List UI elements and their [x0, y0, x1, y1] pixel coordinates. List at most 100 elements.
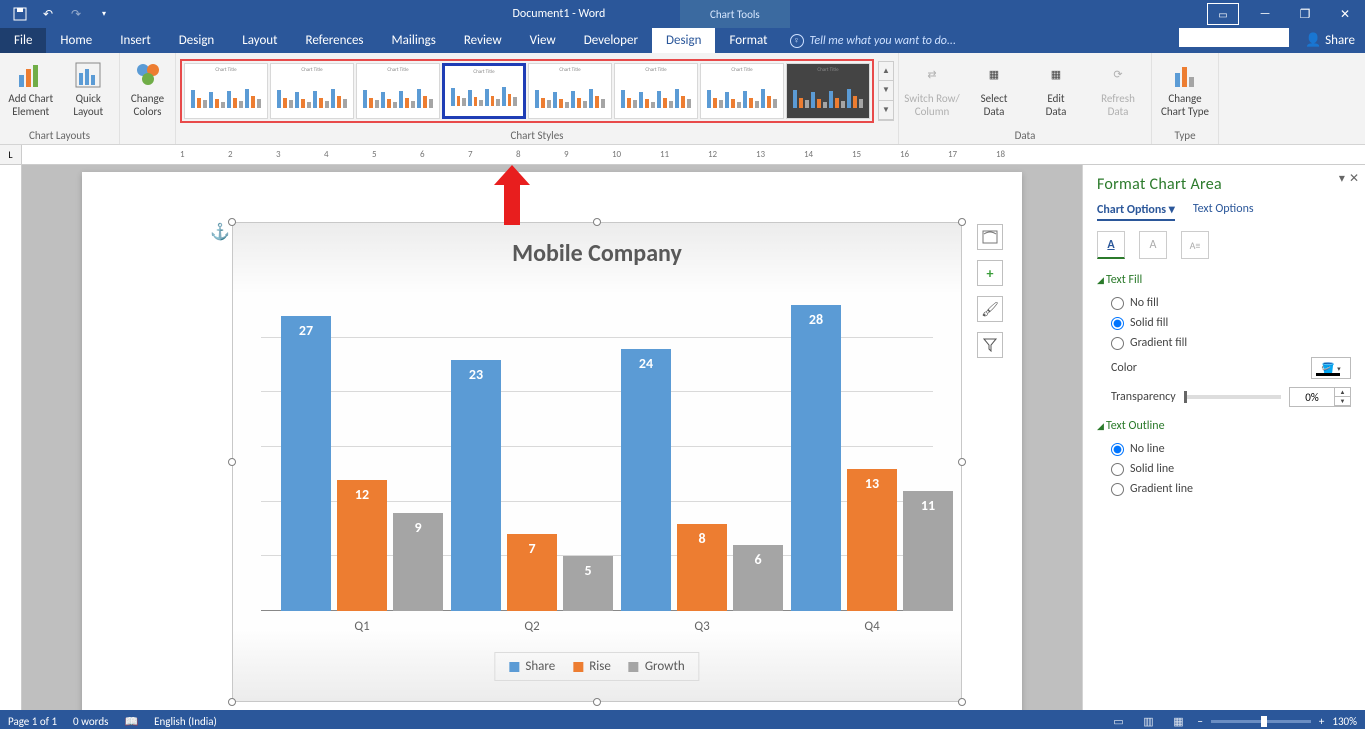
- tab-mailings[interactable]: Mailings: [378, 28, 450, 53]
- word-count[interactable]: 0 words: [73, 715, 108, 728]
- selection-handle[interactable]: [593, 218, 601, 226]
- gradient-fill-radio[interactable]: Gradient fill: [1097, 333, 1351, 353]
- save-icon[interactable]: [8, 3, 32, 25]
- ribbon-display-options-icon[interactable]: ▭: [1207, 3, 1239, 25]
- selection-handle[interactable]: [228, 218, 236, 226]
- web-layout-icon[interactable]: ▦: [1167, 713, 1189, 729]
- qat-dropdown-icon[interactable]: ▾: [92, 3, 116, 25]
- chart-filters-button[interactable]: [977, 332, 1003, 358]
- chart-style-3[interactable]: Chart Title: [356, 63, 440, 119]
- restore-button[interactable]: ❐: [1285, 0, 1325, 28]
- print-layout-icon[interactable]: ▥: [1137, 713, 1159, 729]
- tab-file[interactable]: File: [0, 28, 46, 53]
- solid-line-radio[interactable]: Solid line: [1097, 459, 1351, 479]
- page-indicator[interactable]: Page 1 of 1: [8, 715, 57, 728]
- page-viewport[interactable]: ⚓ Mobile Company 27129Q12375Q22486Q32813…: [22, 165, 1082, 710]
- edit-data-button[interactable]: ▦Edit Data: [1027, 55, 1085, 118]
- chart-style-8[interactable]: Chart Title: [786, 63, 870, 119]
- bar-Share-Q3[interactable]: 24: [621, 349, 671, 611]
- selection-handle[interactable]: [228, 458, 236, 466]
- chart-options-tab[interactable]: Chart Options ▾: [1097, 202, 1175, 221]
- gradient-line-radio[interactable]: Gradient line: [1097, 479, 1351, 499]
- search-input[interactable]: [1179, 28, 1289, 47]
- close-button[interactable]: ✕: [1325, 0, 1365, 28]
- gallery-more-icon[interactable]: ▼: [879, 101, 893, 120]
- tab-design[interactable]: Design: [652, 28, 715, 53]
- legend[interactable]: Share Rise Growth: [494, 652, 699, 681]
- effects-tab-icon[interactable]: A: [1139, 231, 1167, 259]
- color-picker-button[interactable]: 🪣▾: [1311, 357, 1351, 379]
- bar-Share-Q4[interactable]: 28: [791, 305, 841, 611]
- zoom-out-button[interactable]: −: [1197, 715, 1202, 728]
- gallery-up-icon[interactable]: ▲: [879, 62, 893, 81]
- chart-object[interactable]: Mobile Company 27129Q12375Q22486Q3281311…: [232, 222, 962, 702]
- bar-Growth-Q3[interactable]: 6: [733, 545, 783, 611]
- minimize-button[interactable]: —: [1245, 0, 1285, 28]
- chart-styles-button[interactable]: 🖌: [977, 296, 1003, 322]
- tab-insert[interactable]: Insert: [106, 28, 165, 53]
- selection-handle[interactable]: [228, 698, 236, 706]
- select-data-button[interactable]: ▦Select Data: [965, 55, 1023, 118]
- selection-handle[interactable]: [593, 698, 601, 706]
- quick-layout-button[interactable]: Quick Layout: [62, 55, 116, 118]
- chart-area[interactable]: Mobile Company 27129Q12375Q22486Q3281311…: [232, 222, 962, 702]
- solid-fill-radio[interactable]: Solid fill: [1097, 313, 1351, 333]
- bar-Rise-Q2[interactable]: 7: [507, 534, 557, 611]
- chart-style-4[interactable]: Chart Title: [442, 63, 526, 119]
- share-button[interactable]: 👤 Share: [1295, 28, 1365, 53]
- bar-Share-Q1[interactable]: 27: [281, 316, 331, 611]
- chart-style-5[interactable]: Chart Title: [528, 63, 612, 119]
- pane-options-icon[interactable]: ▾: [1339, 171, 1345, 186]
- tab-developer[interactable]: Developer: [570, 28, 652, 53]
- selection-handle[interactable]: [958, 218, 966, 226]
- horizontal-ruler[interactable]: 123456789101112131415161718: [22, 145, 1365, 165]
- add-chart-element-button[interactable]: Add Chart Element: [4, 55, 58, 118]
- plot-area[interactable]: 27129Q12375Q22486Q3281311Q4: [261, 283, 933, 611]
- language-indicator[interactable]: English (India): [154, 715, 217, 728]
- tab-review[interactable]: Review: [450, 28, 516, 53]
- selection-handle[interactable]: [958, 458, 966, 466]
- no-fill-radio[interactable]: No fill: [1097, 293, 1351, 313]
- chart-title[interactable]: Mobile Company: [233, 223, 961, 276]
- chart-elements-button[interactable]: +: [977, 260, 1003, 286]
- redo-icon[interactable]: ↷: [64, 3, 88, 25]
- zoom-in-button[interactable]: +: [1319, 715, 1324, 728]
- legend-item-Share[interactable]: Share: [509, 659, 555, 674]
- bar-Growth-Q4[interactable]: 11: [903, 491, 953, 611]
- chart-style-7[interactable]: Chart Title: [700, 63, 784, 119]
- text-options-tab[interactable]: Text Options: [1193, 202, 1254, 221]
- legend-item-Rise[interactable]: Rise: [573, 659, 611, 674]
- bar-Growth-Q1[interactable]: 9: [393, 513, 443, 611]
- legend-item-Growth[interactable]: Growth: [629, 659, 685, 674]
- no-line-radio[interactable]: No line: [1097, 439, 1351, 459]
- vertical-ruler[interactable]: [0, 165, 22, 710]
- bar-Growth-Q2[interactable]: 5: [563, 556, 613, 611]
- tab-layout[interactable]: Layout: [228, 28, 291, 53]
- read-mode-icon[interactable]: ▭: [1107, 713, 1129, 729]
- transparency-slider[interactable]: [1184, 395, 1281, 399]
- tab-references[interactable]: References: [292, 28, 378, 53]
- chart-style-1[interactable]: Chart Title: [184, 63, 268, 119]
- layout-options-button[interactable]: [977, 224, 1003, 250]
- change-colors-button[interactable]: Change Colors: [124, 55, 171, 118]
- spellcheck-icon[interactable]: 📖: [124, 715, 138, 728]
- zoom-level[interactable]: 130%: [1332, 715, 1357, 728]
- bar-Share-Q2[interactable]: 23: [451, 360, 501, 611]
- text-outline-section[interactable]: Text Outline: [1097, 419, 1351, 433]
- fill-outline-tab-icon[interactable]: A: [1097, 231, 1125, 259]
- change-chart-type-button[interactable]: Change Chart Type: [1156, 55, 1214, 118]
- chart-style-6[interactable]: Chart Title: [614, 63, 698, 119]
- bar-Rise-Q1[interactable]: 12: [337, 480, 387, 611]
- undo-icon[interactable]: ↶: [36, 3, 60, 25]
- tab-format[interactable]: Format: [715, 28, 781, 53]
- tell-me-box[interactable]: ♀ Tell me what you want to do...: [782, 28, 1179, 53]
- bar-Rise-Q3[interactable]: 8: [677, 524, 727, 611]
- bar-Rise-Q4[interactable]: 13: [847, 469, 897, 611]
- gallery-down-icon[interactable]: ▼: [879, 81, 893, 100]
- pane-close-icon[interactable]: ✕: [1349, 171, 1359, 186]
- tab-view[interactable]: View: [516, 28, 570, 53]
- chart-style-2[interactable]: Chart Title: [270, 63, 354, 119]
- tab-design[interactable]: Design: [165, 28, 228, 53]
- textbox-tab-icon[interactable]: A≡: [1181, 231, 1209, 259]
- selection-handle[interactable]: [958, 698, 966, 706]
